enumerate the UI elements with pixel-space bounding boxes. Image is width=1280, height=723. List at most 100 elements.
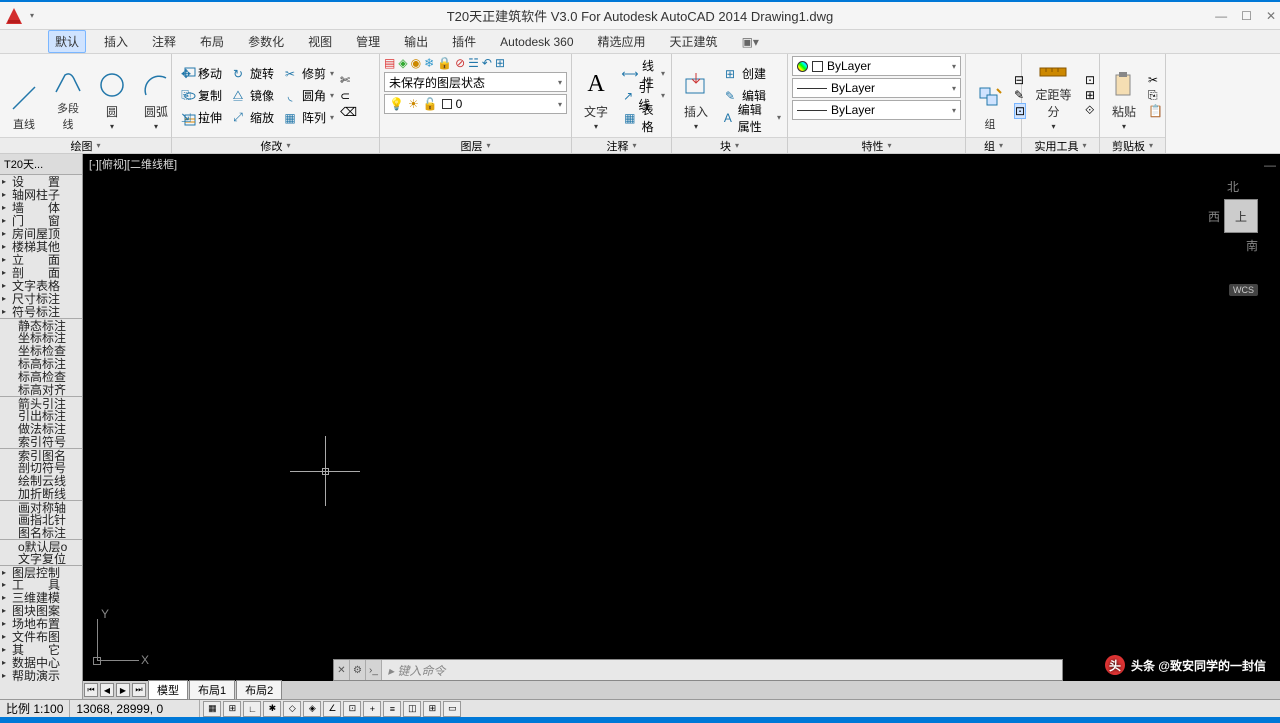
status-polar-icon[interactable]: ✱	[263, 701, 281, 717]
util-icon-1[interactable]: ⊡	[1085, 73, 1095, 87]
tool-group[interactable]: 组	[970, 58, 1010, 134]
status-osnap-icon[interactable]: ◇	[283, 701, 301, 717]
ribbon-label-clipboard[interactable]: 剪贴板	[1100, 137, 1165, 153]
color-dropdown[interactable]: ByLayer▾	[792, 56, 961, 76]
tool-erase-icon[interactable]: ⌫	[340, 105, 357, 119]
ribbon-label-block[interactable]: 块	[672, 137, 787, 153]
status-snap-icon[interactable]: ▦	[203, 701, 221, 717]
tab-next-icon[interactable]: ▶	[116, 683, 130, 697]
layer-states-icon[interactable]: ◈	[398, 56, 407, 70]
layer-off-icon[interactable]: ⊘	[455, 56, 465, 70]
menu-output[interactable]: 输出	[398, 31, 434, 52]
status-qp-icon[interactable]: ⊞	[423, 701, 441, 717]
tool-copy[interactable]: ⎘复制	[176, 85, 224, 107]
ribbon-label-draw[interactable]: 绘图	[0, 137, 171, 153]
tool-offset-icon[interactable]: ⊂	[340, 89, 357, 103]
app-icon[interactable]	[0, 2, 28, 30]
cmdline-close-icon[interactable]: ✕	[334, 660, 350, 680]
tool-move[interactable]: ✥移动	[176, 63, 224, 85]
status-ducs-icon[interactable]: ⊡	[343, 701, 361, 717]
tab-first-icon[interactable]: ⏮	[84, 683, 98, 697]
tool-rotate[interactable]: ↻旋转	[228, 63, 276, 85]
lineweight-dropdown[interactable]: ByLayer▾	[792, 78, 961, 98]
viewport-label[interactable]: [-][俯视][二维线框]	[89, 156, 177, 172]
tool-text[interactable]: A文字▾	[576, 58, 616, 134]
layer-prev-icon[interactable]: ↶	[482, 56, 492, 70]
status-ortho-icon[interactable]: ∟	[243, 701, 261, 717]
command-input[interactable]: ▸ 键入命令	[382, 662, 1062, 679]
tab-layout1[interactable]: 布局1	[189, 680, 235, 700]
paste-special-icon[interactable]: 📋	[1148, 104, 1163, 118]
menu-insert[interactable]: 插入	[98, 31, 134, 52]
tab-model[interactable]: 模型	[148, 680, 188, 700]
side-item[interactable]: ▸帮助演示	[0, 669, 82, 682]
util-icon-3[interactable]: ⟐	[1085, 103, 1095, 118]
tool-measure[interactable]: 定距等分▾	[1026, 58, 1081, 134]
status-tpy-icon[interactable]: ◫	[403, 701, 421, 717]
menu-parametric[interactable]: 参数化	[242, 31, 290, 52]
viewport-minimize-icon[interactable]: —	[1264, 158, 1276, 172]
tool-paste[interactable]: 粘贴▾	[1104, 58, 1144, 134]
tool-explode-icon[interactable]: ✄	[340, 73, 357, 87]
menu-layout[interactable]: 布局	[194, 31, 230, 52]
menu-tangent[interactable]: 天正建筑	[664, 31, 724, 52]
tool-trim[interactable]: ✂修剪▾	[280, 63, 336, 85]
util-icon-2[interactable]: ⊞	[1085, 88, 1095, 102]
tab-prev-icon[interactable]: ◀	[100, 683, 114, 697]
status-scale[interactable]: 比例 1:100	[0, 700, 70, 717]
copy-clip-icon[interactable]: ⎘	[1148, 88, 1163, 103]
ribbon-label-utility[interactable]: 实用工具	[1022, 137, 1099, 153]
tool-table[interactable]: ▦表格	[620, 107, 667, 129]
drawing-canvas[interactable]: [-][俯视][二维线框] — Y X 北 西上 南 WCS	[83, 154, 1280, 699]
tool-mirror[interactable]: ⧋镜像	[228, 85, 276, 107]
ribbon-label-group[interactable]: 组	[966, 137, 1021, 153]
layer-current-dropdown[interactable]: 💡☀🔓0▾	[384, 94, 567, 114]
menu-manage[interactable]: 管理	[350, 31, 386, 52]
tool-scale[interactable]: ⤢缩放	[228, 107, 276, 129]
tool-circle[interactable]: 圆▾	[92, 58, 132, 134]
layer-iso-icon[interactable]: ◉	[411, 56, 421, 70]
layer-match-icon[interactable]: ☱	[468, 56, 479, 70]
side-panel-title[interactable]: T20天...	[0, 154, 82, 175]
tool-insert[interactable]: 插入▾	[676, 58, 716, 134]
menu-annotate[interactable]: 注释	[146, 31, 182, 52]
status-sc-icon[interactable]: ▭	[443, 701, 461, 717]
menu-expand-icon[interactable]: ▣▾	[742, 35, 759, 49]
menu-plugins[interactable]: 插件	[446, 31, 482, 52]
layer-walk-icon[interactable]: ⊞	[495, 56, 505, 70]
cmdline-options-icon[interactable]: ⚙	[350, 660, 366, 680]
ribbon-label-annotate[interactable]: 注释	[572, 137, 671, 153]
close-button[interactable]: ✕	[1266, 9, 1276, 23]
minimize-button[interactable]: —	[1215, 9, 1227, 23]
ribbon-label-modify[interactable]: 修改	[172, 137, 379, 153]
status-grid-icon[interactable]: ⊞	[223, 701, 241, 717]
status-dyn-icon[interactable]: +	[363, 701, 381, 717]
cut-icon[interactable]: ✂	[1148, 73, 1163, 87]
command-line[interactable]: ✕ ⚙ ›_ ▸ 键入命令	[333, 659, 1063, 681]
status-3dosnap-icon[interactable]: ◈	[303, 701, 321, 717]
tab-layout2[interactable]: 布局2	[236, 680, 282, 700]
tab-last-icon[interactable]: ⏭	[132, 683, 146, 697]
ribbon-label-properties[interactable]: 特性	[788, 137, 965, 153]
tool-block-create[interactable]: ⊞创建	[720, 63, 783, 85]
tool-arc[interactable]: 圆弧▾	[136, 58, 176, 134]
tool-block-attr[interactable]: A编辑属性▾	[720, 107, 783, 129]
linetype-dropdown[interactable]: ByLayer▾	[792, 100, 961, 120]
menu-view[interactable]: 视图	[302, 31, 338, 52]
tool-stretch[interactable]: ⇲拉伸	[176, 107, 224, 129]
tool-array[interactable]: ▦阵列▾	[280, 107, 336, 129]
status-lwt-icon[interactable]: ≡	[383, 701, 401, 717]
tool-fillet[interactable]: ◟圆角▾	[280, 85, 336, 107]
tool-line[interactable]: 直线	[4, 58, 44, 134]
menu-featured[interactable]: 精选应用	[592, 31, 652, 52]
maximize-button[interactable]: ☐	[1241, 9, 1252, 23]
tool-polyline[interactable]: 多段线	[48, 58, 88, 134]
viewcube[interactable]: 北 西上 南	[1208, 178, 1258, 254]
layer-lock-icon[interactable]: 🔒	[437, 56, 452, 70]
status-otrack-icon[interactable]: ∠	[323, 701, 341, 717]
menu-autodesk360[interactable]: Autodesk 360	[494, 33, 579, 51]
layer-state-dropdown[interactable]: 未保存的图层状态▾	[384, 72, 567, 92]
menu-default[interactable]: 默认	[48, 30, 86, 53]
ribbon-label-layer[interactable]: 图层	[380, 137, 571, 153]
layer-props-icon[interactable]: ▤	[384, 56, 395, 70]
